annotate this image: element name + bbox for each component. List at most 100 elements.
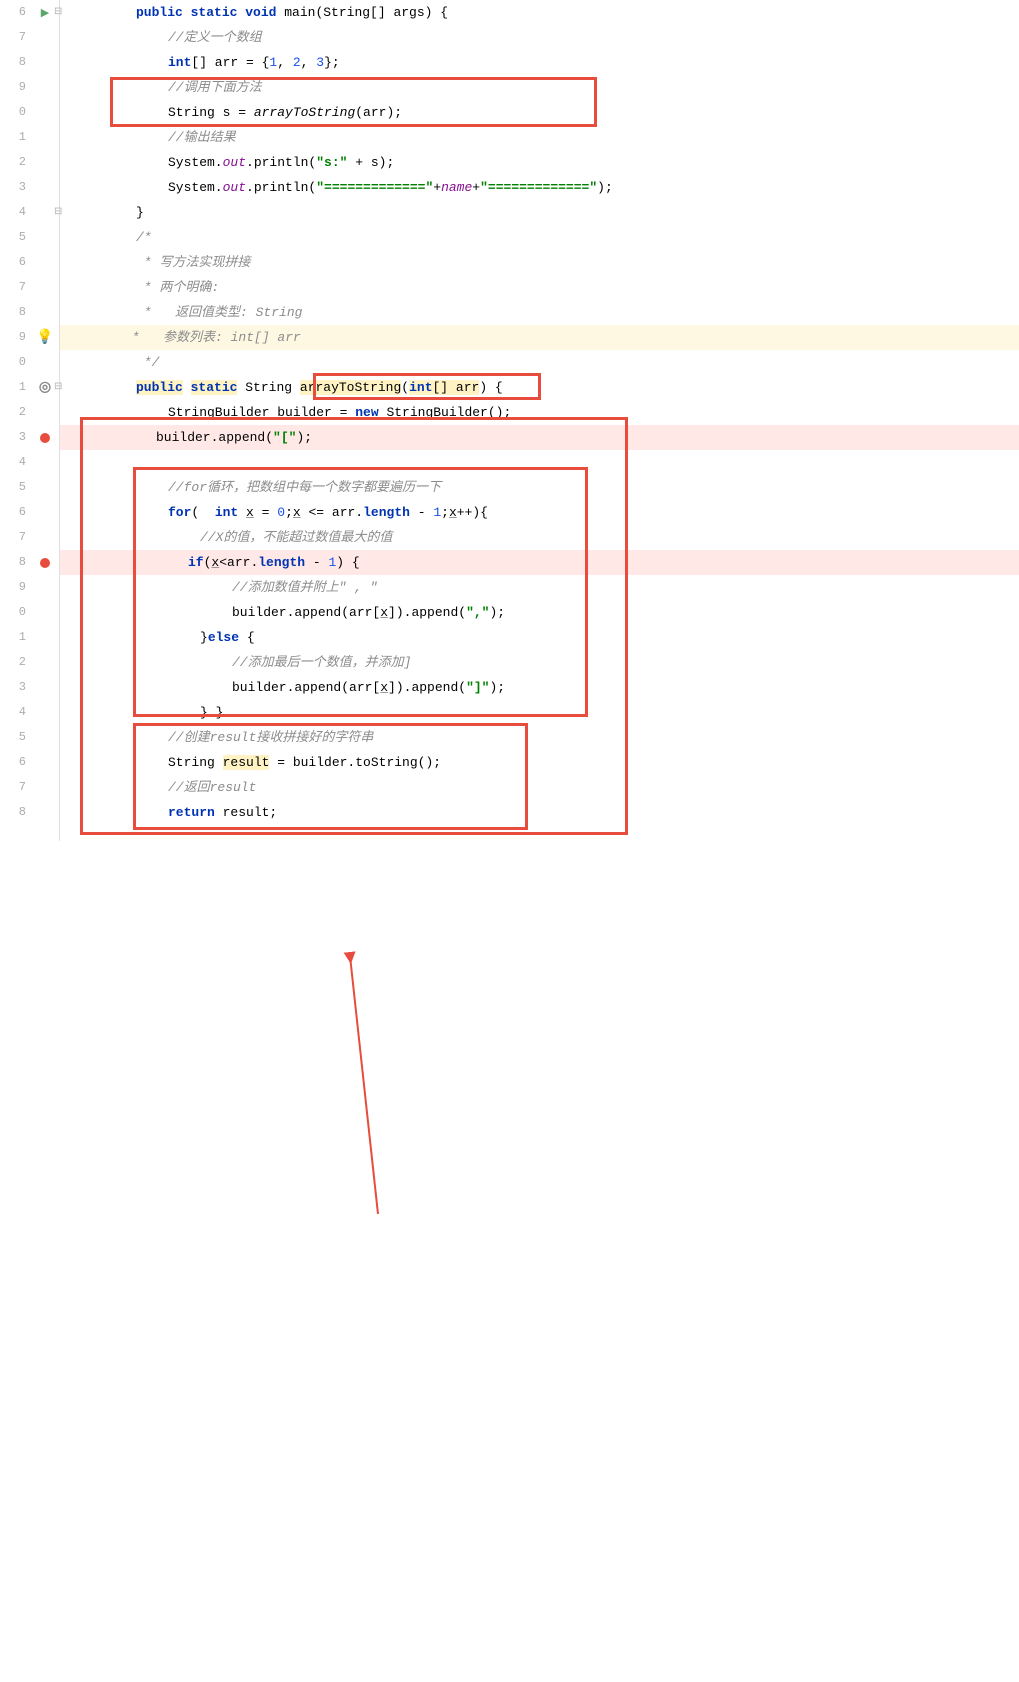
gutter-empty bbox=[30, 650, 60, 675]
code-line[interactable]: if(x<arr.length - 1) { bbox=[60, 550, 1019, 575]
gutter-empty bbox=[30, 300, 60, 325]
code-line[interactable]: for( int x = 0;x <= arr.length - 1;x++){ bbox=[72, 500, 1019, 525]
gutter-empty bbox=[30, 50, 60, 75]
line-number: 7 bbox=[0, 525, 30, 550]
gutter-empty bbox=[30, 725, 60, 750]
code-area[interactable]: ⊟⊟⊟ public static void main(String[] arg… bbox=[60, 0, 1019, 841]
code-line[interactable]: } bbox=[72, 200, 1019, 225]
line-number: 6 bbox=[0, 0, 30, 25]
code-line[interactable]: System.out.println("s:" + s); bbox=[72, 150, 1019, 175]
code-line[interactable] bbox=[72, 450, 1019, 475]
line-number: 7 bbox=[0, 775, 30, 800]
code-line[interactable]: //输出结果 bbox=[72, 125, 1019, 150]
gutter-empty bbox=[30, 225, 60, 250]
code-line[interactable]: String s = arrayToString(arr); bbox=[72, 100, 1019, 125]
override-icon[interactable]: ◎ bbox=[39, 379, 51, 396]
gutter-empty bbox=[30, 700, 60, 725]
line-number: 9 bbox=[0, 325, 30, 350]
code-line[interactable]: * 写方法实现拼接 bbox=[72, 250, 1019, 275]
line-number: 5 bbox=[0, 225, 30, 250]
gutter-empty bbox=[30, 575, 60, 600]
line-number: 1 bbox=[0, 625, 30, 650]
line-number: 6 bbox=[0, 750, 30, 775]
gutter-icons: ▶ 💡 ◎ bbox=[30, 0, 60, 825]
annotation-arrow bbox=[0, 841, 1019, 1682]
fold-toggle-icon[interactable]: ⊟ bbox=[54, 6, 62, 18]
gutter-empty bbox=[30, 275, 60, 300]
line-number: 3 bbox=[0, 675, 30, 700]
code-line[interactable]: * 两个明确: bbox=[72, 275, 1019, 300]
code-line[interactable]: int[] arr = {1, 2, 3}; bbox=[72, 50, 1019, 75]
line-numbers: 678901234567890123456789012345678 bbox=[0, 0, 30, 825]
gutter-empty bbox=[30, 600, 60, 625]
line-number: 3 bbox=[0, 175, 30, 200]
code-line[interactable]: return result; bbox=[72, 800, 1019, 825]
code-line[interactable]: //for循环，把数组中每一个数字都要遍历一下 bbox=[72, 475, 1019, 500]
fold-toggle-icon[interactable]: ⊟ bbox=[54, 206, 62, 218]
code-line[interactable]: } } bbox=[72, 700, 1019, 725]
line-number: 2 bbox=[0, 650, 30, 675]
breakpoint-gutter[interactable] bbox=[30, 425, 60, 450]
gutter-empty bbox=[30, 525, 60, 550]
code-line[interactable]: //创建result接收拼接好的字符串 bbox=[72, 725, 1019, 750]
line-number: 8 bbox=[0, 50, 30, 75]
line-number: 0 bbox=[0, 350, 30, 375]
line-number: 1 bbox=[0, 375, 30, 400]
code-line[interactable]: StringBuilder builder = new StringBuilde… bbox=[72, 400, 1019, 425]
code-line[interactable]: builder.append(arr[x]).append("]"); bbox=[72, 675, 1019, 700]
line-number: 5 bbox=[0, 475, 30, 500]
code-line[interactable]: builder.append("["); bbox=[60, 425, 1019, 450]
line-number: 4 bbox=[0, 700, 30, 725]
line-number: 8 bbox=[0, 800, 30, 825]
line-number: 9 bbox=[0, 75, 30, 100]
gutter-empty bbox=[30, 400, 60, 425]
gutter-empty bbox=[30, 775, 60, 800]
code-line[interactable]: builder.append(arr[x]).append(","); bbox=[72, 600, 1019, 625]
breakpoint-icon[interactable] bbox=[40, 558, 50, 568]
breakpoint-icon[interactable] bbox=[40, 433, 50, 443]
gutter-empty bbox=[30, 675, 60, 700]
gutter-empty bbox=[30, 750, 60, 775]
line-number: 0 bbox=[0, 100, 30, 125]
code-line[interactable]: //添加最后一个数值，并添加] bbox=[72, 650, 1019, 675]
code-line[interactable]: //调用下面方法 bbox=[72, 75, 1019, 100]
code-line[interactable]: }else { bbox=[72, 625, 1019, 650]
gutter-empty bbox=[30, 100, 60, 125]
code-line[interactable]: */ bbox=[72, 350, 1019, 375]
gutter-empty bbox=[30, 625, 60, 650]
gutter: 678901234567890123456789012345678 ▶ 💡 ◎ bbox=[0, 0, 60, 841]
code-line[interactable]: /* bbox=[72, 225, 1019, 250]
code-line[interactable]: String result = builder.toString(); bbox=[72, 750, 1019, 775]
code-line[interactable]: //返回result bbox=[72, 775, 1019, 800]
gutter-empty bbox=[30, 25, 60, 50]
line-number: 5 bbox=[0, 725, 30, 750]
code-line[interactable]: * 参数列表: int[] arr bbox=[60, 325, 1019, 350]
gutter-empty bbox=[30, 250, 60, 275]
code-line[interactable]: //X的值，不能超过数值最大的值 bbox=[72, 525, 1019, 550]
gutter-empty bbox=[30, 500, 60, 525]
code-line[interactable]: public static void main(String[] args) { bbox=[72, 0, 1019, 25]
gutter-empty bbox=[30, 125, 60, 150]
line-number: 9 bbox=[0, 575, 30, 600]
code-line[interactable]: * 返回值类型: String bbox=[72, 300, 1019, 325]
gutter-empty bbox=[30, 475, 60, 500]
gutter-empty bbox=[30, 75, 60, 100]
code-line[interactable]: System.out.println("============="+name+… bbox=[72, 175, 1019, 200]
bulb-icon[interactable]: 💡 bbox=[36, 329, 53, 346]
editor-container: 678901234567890123456789012345678 ▶💡◎ ⊟⊟… bbox=[0, 0, 1019, 841]
line-number: 4 bbox=[0, 200, 30, 225]
line-number: 2 bbox=[0, 150, 30, 175]
hint-gutter[interactable]: 💡 bbox=[30, 325, 60, 350]
line-number: 8 bbox=[0, 300, 30, 325]
line-number: 6 bbox=[0, 500, 30, 525]
breakpoint-gutter[interactable] bbox=[30, 550, 60, 575]
code-line[interactable]: //定义一个数组 bbox=[72, 25, 1019, 50]
line-number: 4 bbox=[0, 450, 30, 475]
line-number: 8 bbox=[0, 550, 30, 575]
run-icon[interactable]: ▶ bbox=[41, 6, 49, 20]
code-line[interactable]: //添加数值并附上" , " bbox=[72, 575, 1019, 600]
code-line[interactable]: public static String arrayToString(int[]… bbox=[72, 375, 1019, 400]
fold-toggle-icon[interactable]: ⊟ bbox=[54, 381, 62, 393]
line-number: 1 bbox=[0, 125, 30, 150]
line-number: 7 bbox=[0, 25, 30, 50]
